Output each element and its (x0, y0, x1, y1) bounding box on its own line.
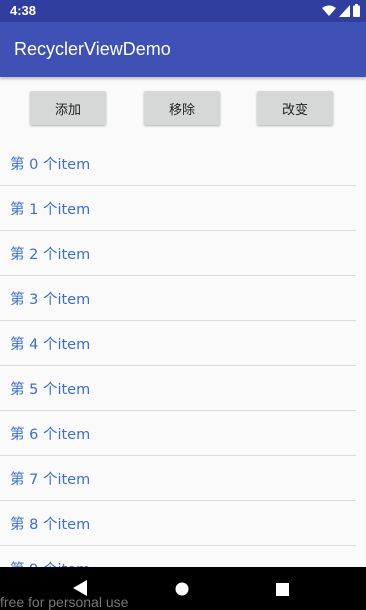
list-item[interactable]: 第 5 个item (0, 366, 356, 411)
recents-icon[interactable] (276, 583, 289, 596)
battery-icon (353, 4, 360, 17)
list-item[interactable]: 第 8 个item (0, 501, 356, 546)
watermark-text: free for personal use (0, 594, 129, 610)
list-item[interactable]: 第 4 个item (0, 321, 356, 366)
list-item[interactable]: 第 7 个item (0, 456, 356, 501)
home-icon[interactable] (175, 582, 189, 596)
status-bar: 4:38 (0, 0, 366, 22)
add-button[interactable]: 添加 (30, 91, 106, 125)
recycler-list[interactable]: 第 0 个item 第 1 个item 第 2 个item 第 3 个item … (0, 141, 356, 591)
list-item[interactable]: 第 6 个item (0, 411, 356, 456)
list-item[interactable]: 第 2 个item (0, 231, 356, 276)
wifi-icon (322, 5, 336, 16)
app-title: RecyclerViewDemo (14, 39, 171, 59)
remove-button[interactable]: 移除 (144, 91, 220, 125)
change-button[interactable]: 改变 (257, 91, 333, 125)
app-bar: RecyclerViewDemo (0, 22, 366, 77)
list-item[interactable]: 第 1 个item (0, 186, 356, 231)
list-item[interactable]: 第 3 个item (0, 276, 356, 321)
signal-icon (339, 4, 350, 17)
status-icons (322, 4, 360, 17)
list-item[interactable]: 第 0 个item (0, 141, 356, 186)
status-time: 4:38 (10, 3, 37, 18)
